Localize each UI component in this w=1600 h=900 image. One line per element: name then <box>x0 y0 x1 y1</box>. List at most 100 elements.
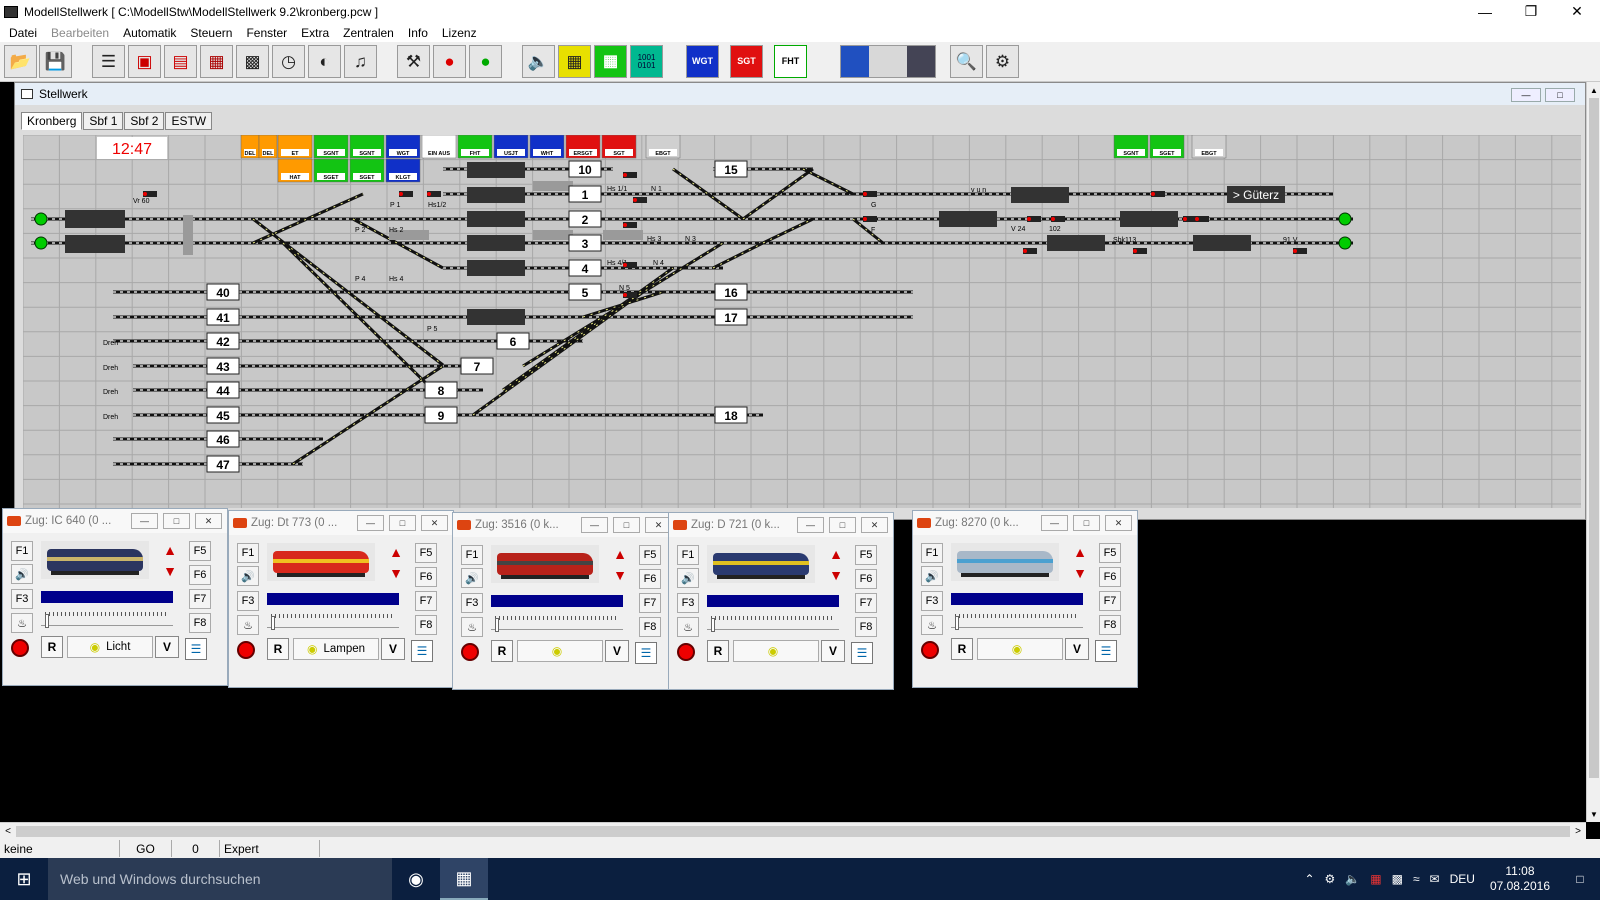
panel-restore-icon[interactable]: □ <box>389 515 416 531</box>
list-icon[interactable]: ☰ <box>1095 640 1117 662</box>
horn-function-button[interactable]: ♨ <box>921 615 943 635</box>
track-endpoint[interactable] <box>1338 212 1352 226</box>
speaker-icon[interactable]: 🔈 <box>522 45 555 78</box>
track-endpoint[interactable] <box>34 236 48 250</box>
track-editor-icon[interactable]: ☰ <box>92 45 125 78</box>
emergency-stop-button[interactable] <box>11 639 29 657</box>
menu-zentralen[interactable]: Zentralen <box>336 26 401 40</box>
signal-green-icon[interactable]: ● <box>469 45 502 78</box>
reverse-button[interactable]: R <box>267 638 289 660</box>
panel-restore-icon[interactable]: □ <box>613 517 640 533</box>
speed-slider[interactable] <box>267 612 399 630</box>
function-f8-button[interactable]: F8 <box>855 617 877 637</box>
reverse-button[interactable]: R <box>951 638 973 660</box>
direction-forward-icon[interactable]: ▲ <box>826 544 846 564</box>
direction-reverse-icon[interactable]: ▼ <box>826 565 846 585</box>
function-f3-button[interactable]: F3 <box>921 591 943 611</box>
tray-language[interactable]: DEU <box>1445 872 1480 886</box>
list-icon[interactable]: ☰ <box>185 638 207 660</box>
direction-forward-icon[interactable]: ▲ <box>610 544 630 564</box>
reverse-button[interactable]: R <box>707 640 729 662</box>
function-f7-button[interactable]: F7 <box>855 593 877 613</box>
function-f1-button[interactable]: F1 <box>921 543 943 563</box>
horizontal-scrollbar[interactable]: < > <box>0 822 1586 839</box>
reverse-button[interactable]: R <box>41 636 63 658</box>
panel-close-icon[interactable]: ✕ <box>421 515 448 531</box>
horn-function-button[interactable]: ♨ <box>11 613 33 633</box>
panel-restore-icon[interactable]: □ <box>163 513 190 529</box>
forward-button[interactable]: V <box>1065 638 1089 660</box>
function-f7-button[interactable]: F7 <box>639 593 661 613</box>
track-endpoint[interactable] <box>34 212 48 226</box>
sound-function-button[interactable]: 🔊 <box>237 566 259 586</box>
wagon-icon[interactable]: ▦ <box>200 45 233 78</box>
function-f6-button[interactable]: F6 <box>415 567 437 587</box>
forward-button[interactable]: V <box>605 640 629 662</box>
horn-function-button[interactable]: ♨ <box>237 615 259 635</box>
direction-reverse-icon[interactable]: ▼ <box>386 563 406 583</box>
emergency-stop-button[interactable] <box>677 643 695 661</box>
speed-slider[interactable] <box>41 610 173 628</box>
taskbar-search[interactable]: Web und Windows durchsuchen <box>48 858 392 900</box>
sgt-icon[interactable]: SGT <box>730 45 763 78</box>
function-f3-button[interactable]: F3 <box>677 593 699 613</box>
tray-battery-icon[interactable]: ▩ <box>1387 872 1408 886</box>
windows-start-icon[interactable]: ⊞ <box>0 858 48 900</box>
menu-extra[interactable]: Extra <box>294 26 336 40</box>
function-f5-button[interactable]: F5 <box>639 545 661 565</box>
tray-volume-icon[interactable]: 🔈 <box>1340 872 1365 886</box>
vertical-scrollbar[interactable]: ▲ ▼ <box>1586 82 1600 822</box>
function-f5-button[interactable]: F5 <box>1099 543 1121 563</box>
panel-minimize-icon[interactable]: — <box>581 517 608 533</box>
sound-function-button[interactable]: 🔊 <box>11 564 33 584</box>
green-panel-icon[interactable]: ▦ <box>594 45 627 78</box>
function-f5-button[interactable]: F5 <box>415 543 437 563</box>
locomotive-icon[interactable]: ▣ <box>128 45 161 78</box>
function-f3-button[interactable]: F3 <box>461 593 483 613</box>
tab-sbf2[interactable]: Sbf 2 <box>124 112 165 130</box>
direction-reverse-icon[interactable]: ▼ <box>160 561 180 581</box>
sound-icon[interactable]: ♫ <box>344 45 377 78</box>
list-icon[interactable]: ☰ <box>635 642 657 664</box>
tray-network-icon[interactable]: ⚙ <box>1320 872 1341 886</box>
track-diagram[interactable]: 12:47 DEL DEL ET HAT SGNT SGNT SGET SGET WGT KLGT E… <box>22 134 1581 508</box>
speed-slider[interactable] <box>951 612 1083 630</box>
emergency-stop-button[interactable] <box>461 643 479 661</box>
menu-fenster[interactable]: Fenster <box>239 26 294 40</box>
function-f7-button[interactable]: F7 <box>415 591 437 611</box>
horizontal-scroll-thumb[interactable] <box>16 826 1570 837</box>
scroll-up-icon[interactable]: ▲ <box>1587 82 1600 98</box>
slider-thumb[interactable] <box>711 618 715 632</box>
direction-reverse-icon[interactable]: ▼ <box>610 565 630 585</box>
function-f6-button[interactable]: F6 <box>189 565 211 585</box>
tray-clock[interactable]: 11:08 07.08.2016 <box>1480 864 1560 894</box>
function-f5-button[interactable]: F5 <box>189 541 211 561</box>
function-f8-button[interactable]: F8 <box>189 613 211 633</box>
tab-estw[interactable]: ESTW <box>165 112 213 130</box>
light-button[interactable]: ◉ <box>733 640 819 662</box>
restore-icon[interactable]: ❐ <box>1508 0 1554 23</box>
reverse-button[interactable]: R <box>491 640 513 662</box>
signal-red-icon[interactable]: ● <box>433 45 466 78</box>
panel-minimize-icon[interactable]: — <box>797 517 824 533</box>
tools-icon[interactable]: ⚒ <box>397 45 430 78</box>
search-icon[interactable]: 🔍 <box>950 45 983 78</box>
function-f5-button[interactable]: F5 <box>855 545 877 565</box>
tab-sbf1[interactable]: Sbf 1 <box>83 112 124 130</box>
wgt-icon[interactable]: WGT <box>686 45 719 78</box>
train-icon[interactable]: ▤ <box>164 45 197 78</box>
forward-button[interactable]: V <box>381 638 405 660</box>
save-icon[interactable]: 💾 <box>39 45 72 78</box>
panel-minimize-icon[interactable]: — <box>1041 515 1068 531</box>
menu-automatik[interactable]: Automatik <box>116 26 183 40</box>
function-f8-button[interactable]: F8 <box>639 617 661 637</box>
function-f8-button[interactable]: F8 <box>415 615 437 635</box>
list-icon[interactable]: ☰ <box>851 642 873 664</box>
function-f6-button[interactable]: F6 <box>639 569 661 589</box>
function-f1-button[interactable]: F1 <box>461 545 483 565</box>
slider-thumb[interactable] <box>45 614 49 628</box>
horn-function-button[interactable]: ♨ <box>461 617 483 637</box>
menu-bearbeiten[interactable]: Bearbeiten <box>44 26 116 40</box>
function-f3-button[interactable]: F3 <box>237 591 259 611</box>
panel-restore-icon[interactable]: □ <box>1073 515 1100 531</box>
